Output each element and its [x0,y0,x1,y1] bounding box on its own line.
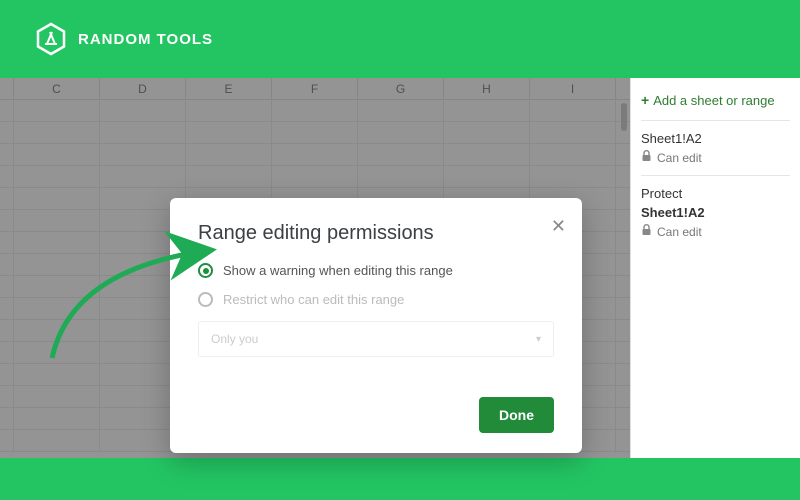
lock-icon [641,224,652,239]
range-permissions-dialog: Range editing permissions ✕ Show a warni… [170,198,582,453]
select-value: Only you [211,332,258,346]
range-title: Sheet1!A2 [641,131,790,146]
range-permission: Can edit [641,224,790,239]
editor-select[interactable]: Only you ▾ [198,321,554,357]
radio-option-warning[interactable]: Show a warning when editing this range [198,263,554,278]
hex-logo-icon [34,22,68,56]
range-group-title: Protect [641,186,790,201]
lock-icon [641,150,652,165]
add-sheet-or-range-link[interactable]: + Add a sheet or range [641,86,790,120]
dialog-title: Range editing permissions [198,222,554,245]
close-icon: ✕ [551,216,566,236]
add-link-label: Add a sheet or range [653,93,774,108]
brand-name: RANDOM TOOLS [78,31,213,48]
plus-icon: + [641,92,649,108]
brand-logo: RANDOM TOOLS [34,22,213,56]
brand-header: RANDOM TOOLS [0,0,800,78]
main-area: C D E F G H I [0,78,800,458]
protected-range-item[interactable]: Protect Sheet1!A2 Can edit [641,175,790,249]
dialog-footer: Done [198,397,554,433]
chevron-down-icon: ▾ [536,334,541,345]
radio-icon-selected [198,263,213,278]
done-button[interactable]: Done [479,397,554,433]
radio-label: Show a warning when editing this range [223,263,453,278]
protected-ranges-panel: + Add a sheet or range Sheet1!A2 Can edi… [630,78,800,458]
radio-label: Restrict who can edit this range [223,292,404,307]
radio-option-restrict[interactable]: Restrict who can edit this range [198,292,554,307]
range-title: Sheet1!A2 [641,205,790,220]
protected-range-item[interactable]: Sheet1!A2 Can edit [641,120,790,175]
range-permission: Can edit [641,150,790,165]
radio-icon [198,292,213,307]
brand-footer [0,458,800,500]
close-button[interactable]: ✕ [551,216,566,237]
